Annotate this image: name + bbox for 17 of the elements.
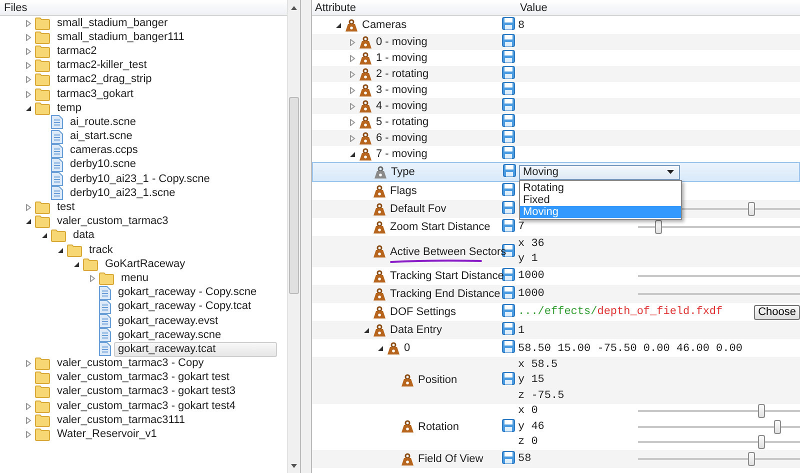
attribute-value: 1000 (518, 288, 546, 300)
vector-component: x 0 (518, 405, 539, 418)
attribute-value: 1 (518, 324, 525, 336)
attribute-value: 1000 (518, 270, 546, 282)
file-path: .../effects/depth_of_field.fxdf (518, 306, 723, 318)
vector-component: y 46 (518, 420, 546, 433)
vector-component: x 36 (518, 238, 546, 250)
attribute-value: 58 (518, 453, 532, 465)
attribute-value: 7 (518, 221, 526, 233)
vector-component: y 1 (518, 253, 539, 266)
vector-component: z -75.5 (518, 390, 566, 402)
vector-component: z 0 (518, 436, 539, 448)
attribute-value: 8 (518, 20, 525, 32)
attribute-value: 58.50 15.00 -75.50 0.00 46.00 0.00 (518, 342, 742, 354)
vector-component: y 15 (518, 374, 546, 386)
vector-component: x 58.5 (518, 358, 559, 371)
panel-header: Files (4, 2, 28, 14)
